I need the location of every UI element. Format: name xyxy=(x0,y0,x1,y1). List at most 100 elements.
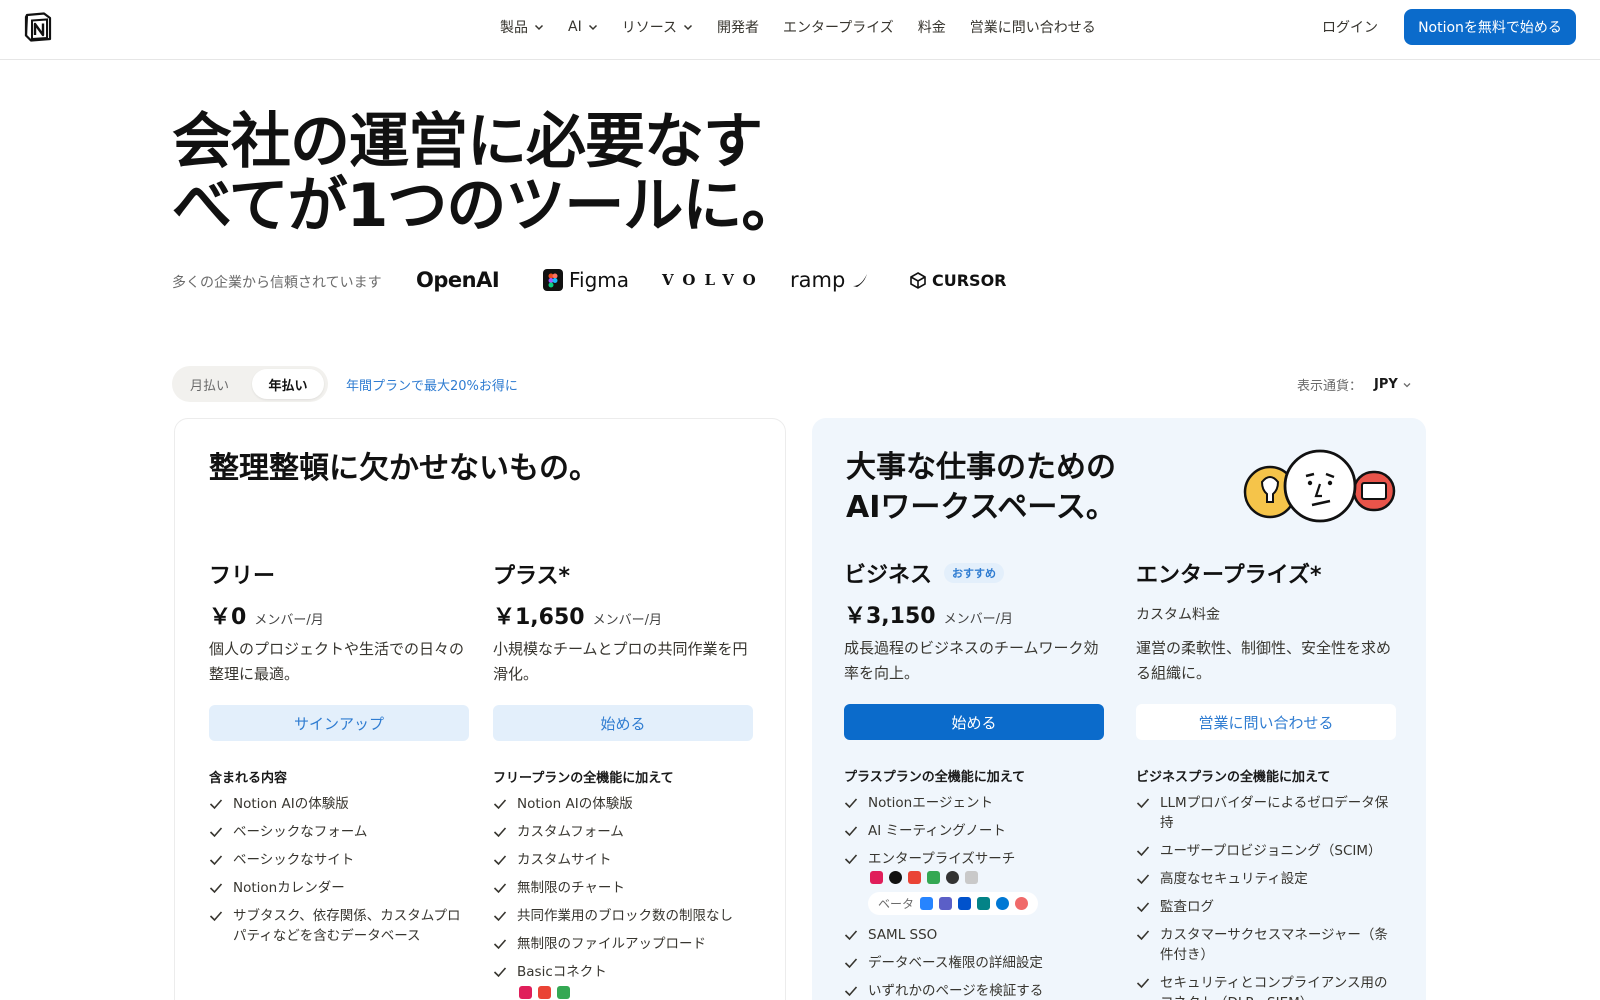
cursor-cube-icon xyxy=(910,271,926,289)
check-icon xyxy=(493,911,507,922)
nav-item-resources[interactable]: リソース xyxy=(622,17,693,37)
plan-price: ￥1,650 xyxy=(493,605,585,630)
features-heading: 含まれる内容 xyxy=(209,771,288,786)
plus-start-button[interactable]: 始める xyxy=(493,705,753,741)
check-icon xyxy=(493,855,507,866)
ramp-mark-icon xyxy=(853,274,868,287)
team-faces-illustration-icon xyxy=(1243,449,1396,523)
feature-text: カスタムフォーム xyxy=(517,824,624,840)
nav-item-label: AI xyxy=(568,19,582,35)
nav-item-label: リソース xyxy=(621,20,678,36)
chevron-down-icon xyxy=(1403,382,1411,387)
feature-item: AI ミーティングノート xyxy=(844,821,1104,841)
feature-text: カスタマーサクセスマネージャー（条件付き） xyxy=(1160,927,1388,963)
feature-text: ベーシックなフォーム xyxy=(233,824,368,840)
custom-pricing: カスタム料金 xyxy=(1136,607,1220,623)
feature-item: Notion AIの体験版 xyxy=(493,794,753,814)
feature-text: カスタムサイト xyxy=(517,852,612,868)
notion-logo-icon[interactable] xyxy=(22,11,54,43)
contact-sales-button[interactable]: 営業に問い合わせる xyxy=(1136,704,1396,740)
billing-monthly-option[interactable]: 月払い xyxy=(190,375,229,394)
plan-price: ￥3,150 xyxy=(844,604,936,629)
check-icon xyxy=(844,854,858,865)
card-title-line-1: 大事な仕事のための xyxy=(846,450,1116,485)
billing-yearly-option[interactable]: 年払い xyxy=(252,369,324,399)
feature-item: サブタスク、依存関係、カスタムプロパティなどを含むデータベース xyxy=(209,906,469,946)
feature-item: 共同作業用のブロック数の制限なし xyxy=(493,906,753,926)
check-icon xyxy=(844,798,858,809)
beta-integrations: ベータ xyxy=(868,892,1039,915)
feature-list: Notion AIの体験版 ベーシックなフォーム ベーシックなサイト Notio… xyxy=(209,794,469,946)
check-icon xyxy=(1136,846,1150,857)
google-drive-icon xyxy=(927,871,940,884)
beta-label: ベータ xyxy=(878,897,915,911)
jira-icon xyxy=(920,897,934,910)
github-icon xyxy=(889,871,902,884)
check-icon xyxy=(209,911,223,922)
plan-name: フリー xyxy=(209,559,469,589)
feature-text: 無制限のファイルアップロード xyxy=(517,936,706,952)
nav-item-contact-sales[interactable]: 営業に問い合わせる xyxy=(970,17,1096,37)
feature-text: Basicコネクト xyxy=(517,964,607,980)
connector-icons xyxy=(519,986,753,999)
feature-item: Notionカレンダー xyxy=(209,878,469,898)
brand-name: Figma xyxy=(569,268,630,292)
check-icon xyxy=(209,883,223,894)
brand-name: ramp xyxy=(790,268,846,292)
check-icon xyxy=(209,799,223,810)
feature-item: ベーシックなサイト xyxy=(209,850,469,870)
feature-text: AI ミーティングノート xyxy=(868,823,1006,839)
plan-description: 小規模なチームとプロの共同作業を円滑化。 xyxy=(493,640,748,683)
nav-item-enterprise[interactable]: エンタープライズ xyxy=(783,17,894,37)
annual-discount-note: 年間プランで最大20%お得に xyxy=(346,379,518,394)
brand-name: VOLVO xyxy=(662,271,765,289)
teams-icon xyxy=(939,897,953,910)
trusted-by-label: 多くの企業から信頼されています xyxy=(172,275,382,291)
currency-selector[interactable]: 表示通貨： JPY xyxy=(1297,375,1412,394)
plan-name-text: エンタープライズ* xyxy=(1136,563,1322,588)
sharepoint-icon xyxy=(977,897,991,910)
price-unit: メンバー/月 xyxy=(592,613,662,628)
feature-text: Notion AIの体験版 xyxy=(517,796,633,812)
feature-text: いずれかのページを検証する xyxy=(868,983,1044,999)
nav-item-label: エンタープライズ xyxy=(783,20,894,36)
nav-item-products[interactable]: 製品 xyxy=(500,17,544,37)
features-heading: フリープランの全機能に加えて xyxy=(493,771,674,786)
signup-button[interactable]: サインアップ xyxy=(209,705,469,741)
nav-item-label: 料金 xyxy=(917,20,946,36)
nav-item-developers[interactable]: 開発者 xyxy=(717,17,759,37)
nav-item-ai[interactable]: AI xyxy=(568,19,598,35)
business-start-button[interactable]: 始める xyxy=(844,704,1104,740)
nav-item-label: 製品 xyxy=(500,20,528,36)
plan-name: プラス* xyxy=(493,559,753,589)
chevron-down-icon xyxy=(534,24,544,31)
feature-list-continued: SAML SSO データベース権限の詳細設定 いずれかのページを検証する xyxy=(844,925,1104,1000)
card-title: 大事な仕事のための AIワークスペース。 xyxy=(846,448,1116,528)
slack-icon xyxy=(870,871,883,884)
asana-icon xyxy=(1015,897,1029,910)
check-icon xyxy=(493,799,507,810)
top-nav: 製品 AI リソース 開発者 エンタープライズ 料金 営業に問い合わせる ログイ… xyxy=(0,0,1600,60)
slack-icon xyxy=(519,986,532,999)
nav-item-pricing[interactable]: 料金 xyxy=(918,17,946,37)
plan-price: ￥0 xyxy=(209,605,247,630)
feature-text: 共同作業用のブロック数の制限なし xyxy=(517,908,733,924)
pricing-card-essentials: 整理整頓に欠かせないもの。 フリー ￥0 メンバー/月 個人のプロジェクトや生活… xyxy=(174,418,786,1000)
google-drive-icon xyxy=(557,986,570,999)
price-unit: メンバー/月 xyxy=(254,613,324,628)
check-icon xyxy=(844,958,858,969)
login-link[interactable]: ログイン xyxy=(1322,17,1378,37)
feature-item: カスタマーサクセスマネージャー（条件付き） xyxy=(1136,925,1396,965)
plan-description: 個人のプロジェクトや生活での日々の整理に最適。 xyxy=(209,640,465,683)
feature-text: LLMプロバイダーによるゼロデータ保持 xyxy=(1160,795,1389,831)
get-notion-free-button[interactable]: Notionを無料で始める xyxy=(1404,9,1576,45)
check-icon xyxy=(209,827,223,838)
feature-item: Notion AIの体験版 xyxy=(209,794,469,814)
chevron-down-icon xyxy=(684,24,693,31)
feature-item: Notionエージェント xyxy=(844,793,1104,813)
feature-text: ベーシックなサイト xyxy=(233,852,355,868)
plan-enterprise: エンタープライズ* カスタム料金 運営の柔軟性、制御性、安全性を求める組織に。 … xyxy=(1136,558,1396,1000)
chevron-down-icon xyxy=(588,24,597,31)
recommended-badge: おすすめ xyxy=(944,563,1005,583)
plan-name-text: ビジネス xyxy=(844,563,933,588)
